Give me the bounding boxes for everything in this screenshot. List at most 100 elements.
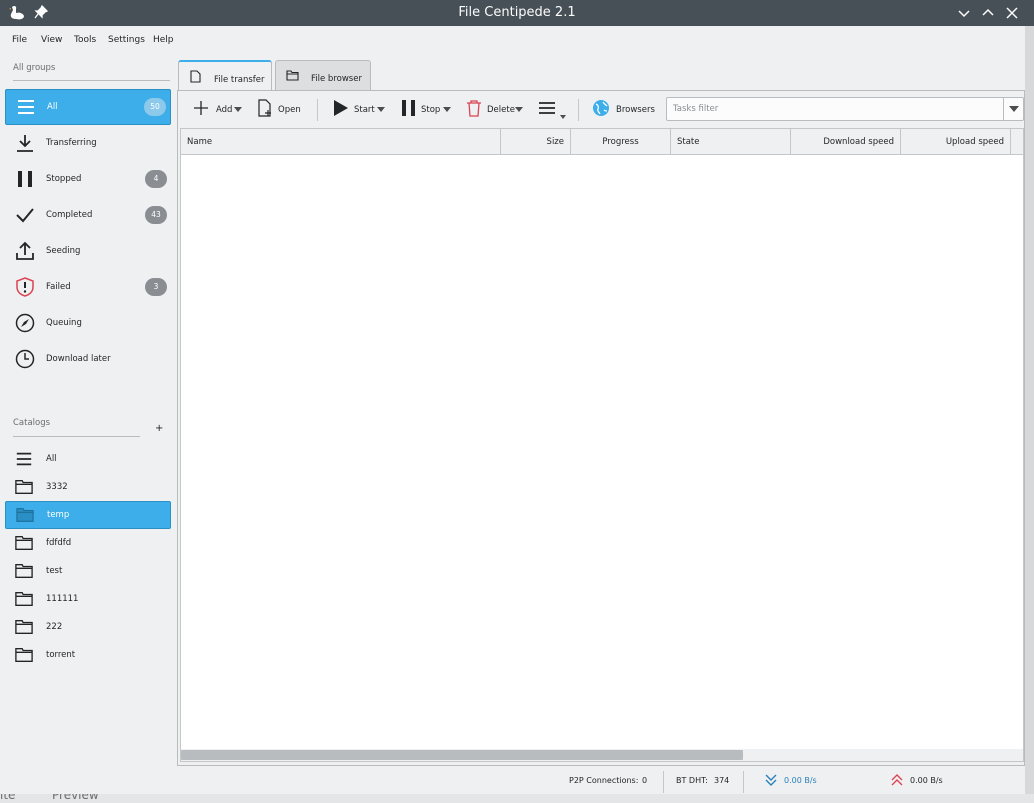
- pause-icon: [402, 100, 415, 116]
- add-button[interactable]: Add: [192, 97, 246, 121]
- count-badge: 43: [145, 206, 167, 224]
- pause-icon: [18, 171, 32, 187]
- p2p-connections-label: P2P Connections:: [569, 776, 639, 785]
- background-window-strip: ite Preview: [0, 794, 1034, 803]
- group-item-seeding[interactable]: Seeding: [5, 233, 171, 269]
- clock-icon: [15, 349, 35, 369]
- catalog-item-temp[interactable]: temp: [5, 501, 171, 529]
- chevron-down-icon[interactable]: [560, 115, 566, 119]
- tasks-filter[interactable]: [666, 97, 1024, 121]
- tab-label: File browser: [311, 74, 362, 84]
- group-item-label: Stopped: [46, 174, 82, 184]
- bt-dht-label: BT DHT:: [676, 776, 708, 785]
- status-separator: [663, 771, 664, 793]
- folder-icon: [15, 648, 33, 662]
- background-text: ite: [0, 794, 16, 802]
- chevron-down-icon[interactable]: [234, 107, 242, 112]
- tab-file-browser[interactable]: File browser: [275, 60, 371, 91]
- maximize-icon[interactable]: [980, 5, 996, 21]
- menu-tools[interactable]: Tools: [74, 35, 96, 45]
- menu-help[interactable]: Help: [153, 35, 174, 45]
- scrollbar-thumb[interactable]: [181, 750, 743, 760]
- more-menu-button[interactable]: [538, 97, 572, 121]
- browsers-button[interactable]: Browsers: [592, 97, 658, 121]
- download-speed-value: 0.00 B/s: [784, 776, 817, 785]
- tasks-filter-input[interactable]: [673, 102, 993, 116]
- catalog-item-label: 3332: [46, 482, 68, 492]
- catalog-item-label: 111111: [46, 594, 79, 604]
- add-catalog-button[interactable]: +: [155, 423, 163, 434]
- background-preview-text: Preview: [52, 794, 99, 802]
- list-icon: [16, 452, 32, 466]
- shield-warning-icon: [16, 277, 34, 297]
- folder-icon: [16, 508, 34, 522]
- catalog-item-test[interactable]: test: [5, 557, 171, 585]
- p2p-connections-value: 0: [642, 776, 648, 785]
- column-state[interactable]: State: [671, 129, 791, 155]
- column-progress[interactable]: Progress: [571, 129, 671, 155]
- group-item-label: Seeding: [46, 246, 81, 256]
- group-item-label: Download later: [46, 354, 111, 364]
- catalog-item-label: 222: [46, 622, 63, 632]
- tasks-table: Name Size Progress State Download speed …: [180, 128, 1024, 762]
- menu-file[interactable]: File: [12, 35, 27, 45]
- chevron-down-icon[interactable]: [443, 107, 451, 112]
- column-size[interactable]: Size: [501, 129, 571, 155]
- main-area: File transfer File browser Add Open Star…: [177, 56, 1025, 766]
- sidebar: All groups All 50 Transferring Stopped 4…: [0, 56, 176, 786]
- add-label: Add: [216, 105, 233, 115]
- chevron-down-icon[interactable]: [515, 107, 523, 112]
- menu-settings[interactable]: Settings: [108, 35, 145, 45]
- upload-speed-value: 0.00 B/s: [910, 776, 943, 785]
- catalog-item-3332[interactable]: 3332: [5, 473, 171, 501]
- stop-button[interactable]: Stop: [400, 97, 452, 121]
- menu-view[interactable]: View: [41, 35, 62, 45]
- catalogs-header: Catalogs: [13, 418, 51, 428]
- count-badge: 50: [144, 98, 166, 116]
- tab-file-transfer[interactable]: File transfer: [178, 60, 272, 92]
- catalog-item-all[interactable]: All: [5, 445, 171, 473]
- tab-label: File transfer: [214, 75, 265, 85]
- chevron-down-icon[interactable]: [377, 107, 385, 112]
- stop-label: Stop: [421, 105, 441, 115]
- catalog-item-222[interactable]: 222: [5, 613, 171, 641]
- catalog-item-label: test: [46, 566, 63, 576]
- window-title: File Centipede 2.1: [458, 5, 576, 20]
- column-upload-speed[interactable]: Upload speed: [901, 129, 1011, 155]
- count-badge: 3: [145, 278, 167, 296]
- group-item-stopped[interactable]: Stopped 4: [5, 161, 171, 197]
- download-icon: [17, 135, 33, 152]
- toolbar-separator: [578, 99, 579, 121]
- horizontal-scrollbar[interactable]: [181, 749, 1023, 761]
- catalogs-divider: [13, 436, 140, 437]
- count-badge: 4: [145, 170, 167, 188]
- close-icon[interactable]: [1004, 5, 1020, 21]
- group-item-label: Failed: [46, 282, 71, 292]
- catalog-item-fdfdfd[interactable]: fdfdfd: [5, 529, 171, 557]
- minimize-icon[interactable]: [956, 5, 972, 21]
- column-download-speed[interactable]: Download speed: [791, 129, 901, 155]
- group-item-all[interactable]: All 50: [5, 89, 171, 125]
- group-item-label: All: [47, 102, 58, 112]
- group-item-completed[interactable]: Completed 43: [5, 197, 171, 233]
- plus-icon: [194, 101, 208, 115]
- delete-button[interactable]: Delete: [465, 97, 525, 121]
- group-item-failed[interactable]: Failed 3: [5, 269, 171, 305]
- checkmark-icon: [16, 208, 34, 223]
- group-item-queuing[interactable]: Queuing: [5, 305, 171, 341]
- file-transfer-panel: Add Open Start Stop Delete Browsers Task…: [177, 90, 1025, 766]
- catalog-item-torrent[interactable]: torrent: [5, 641, 171, 669]
- filter-dropdown-button[interactable]: [1003, 98, 1023, 120]
- catalog-item-label: torrent: [46, 650, 76, 660]
- group-item-transferring[interactable]: Transferring: [5, 125, 171, 161]
- group-item-download-later[interactable]: Download later: [5, 341, 171, 377]
- open-button[interactable]: Open: [256, 97, 302, 121]
- delete-label: Delete: [487, 105, 515, 115]
- groups-header: All groups: [13, 63, 56, 73]
- browsers-label: Browsers: [616, 105, 655, 115]
- folder-icon: [15, 536, 33, 550]
- groups-divider: [13, 80, 170, 81]
- column-name[interactable]: Name: [181, 129, 501, 155]
- start-button[interactable]: Start: [332, 97, 388, 121]
- catalog-item-111111[interactable]: 111111: [5, 585, 171, 613]
